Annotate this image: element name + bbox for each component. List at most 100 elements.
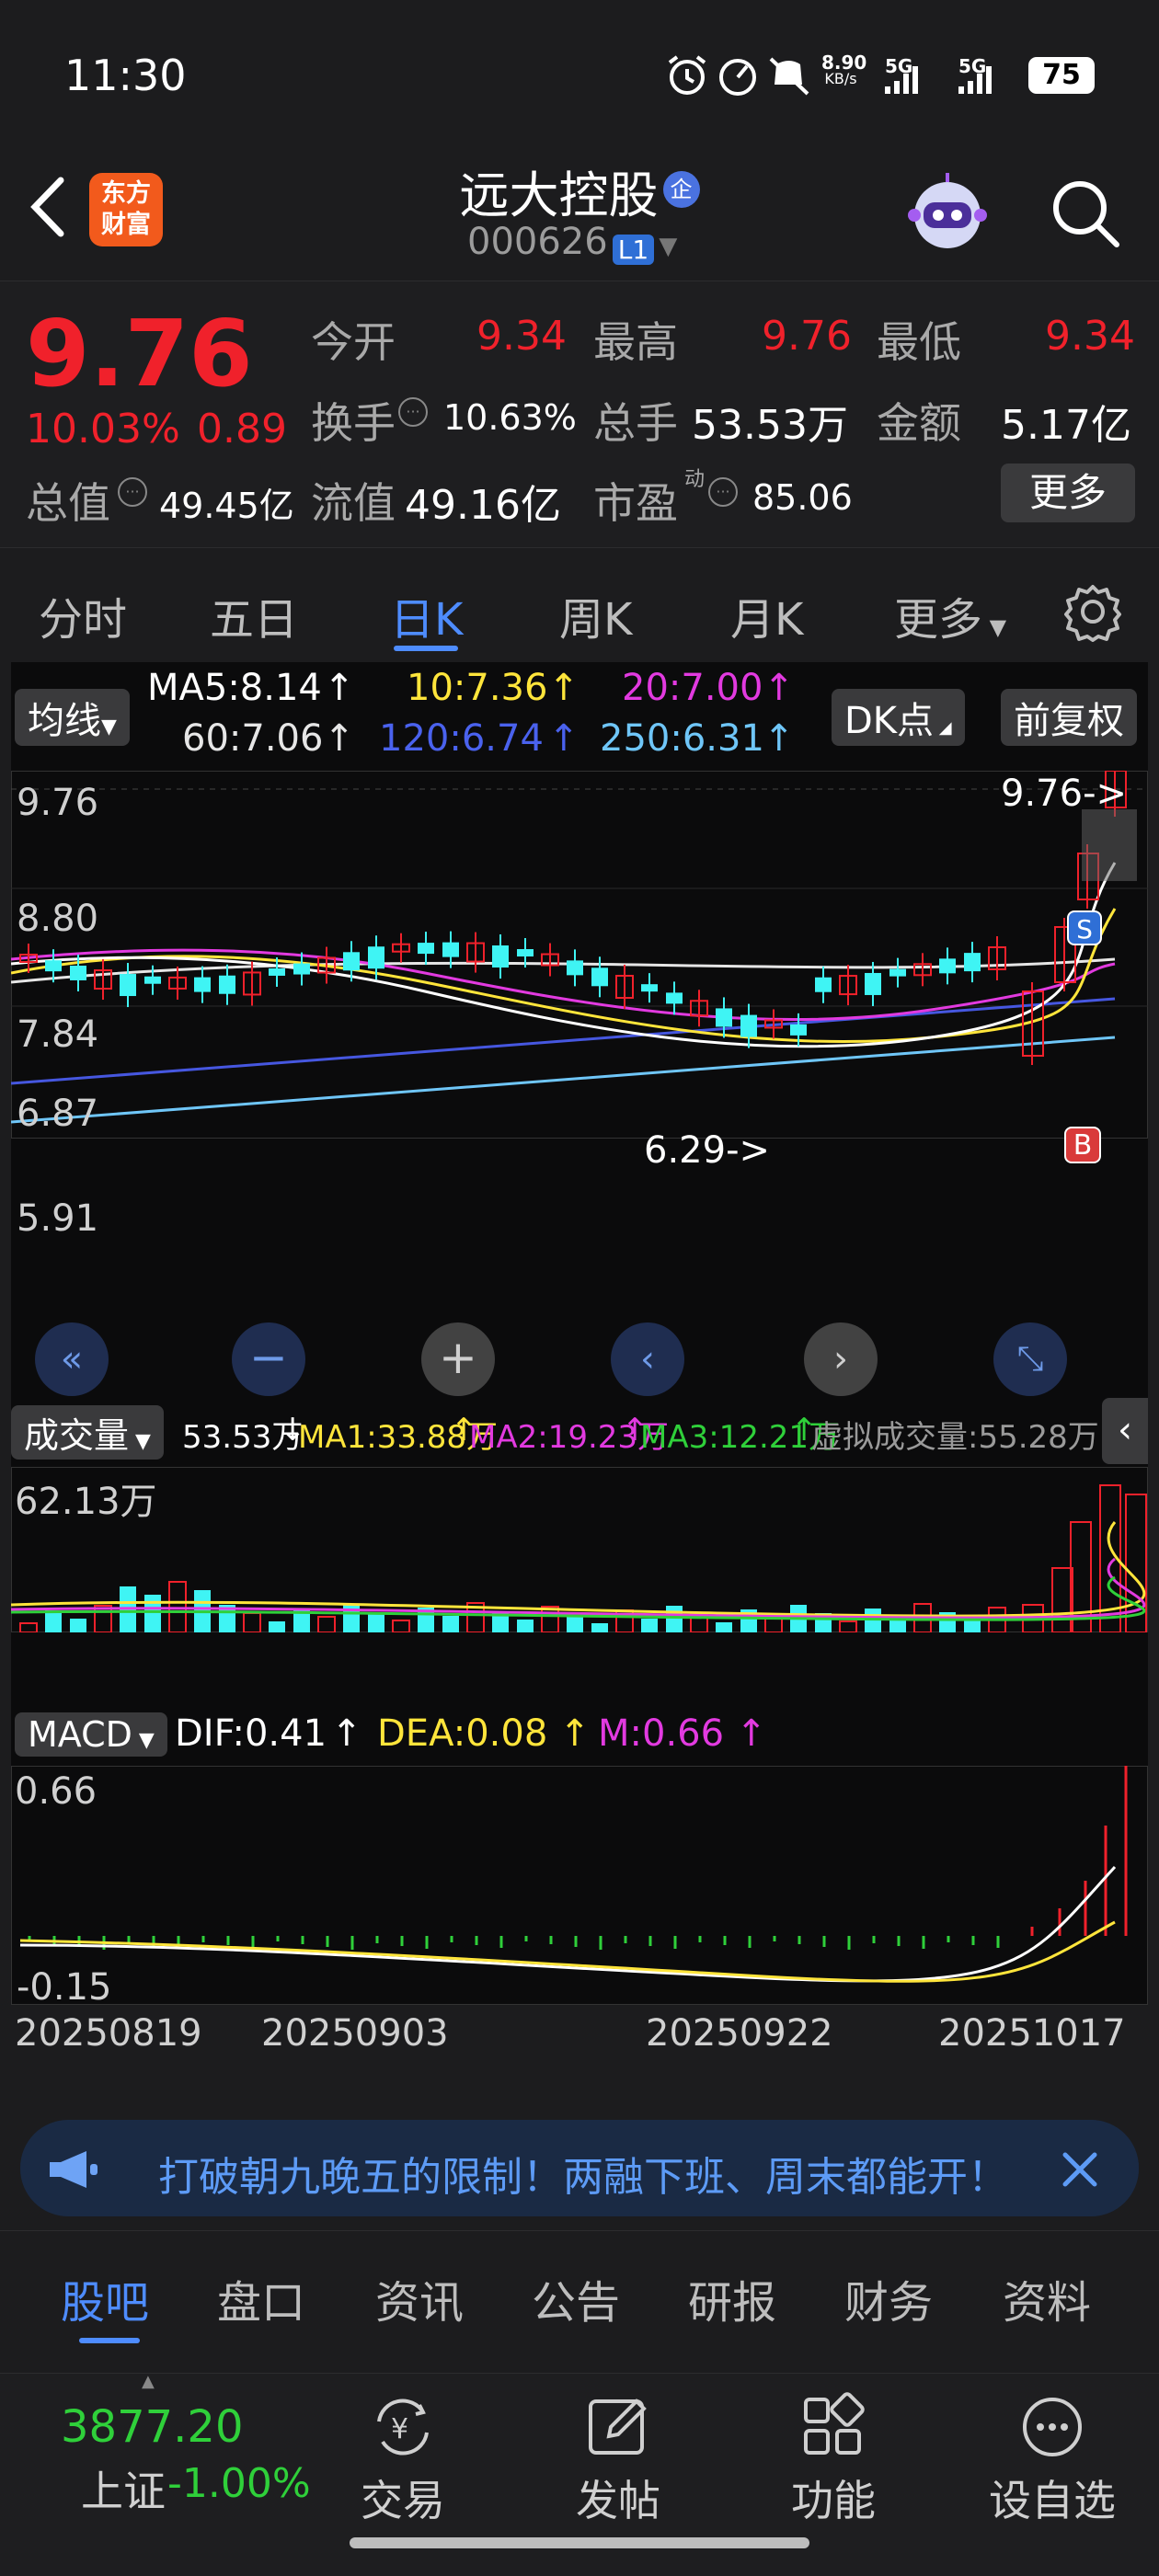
tab-weekly-k[interactable]: 周K: [559, 583, 632, 647]
tab-more[interactable]: 更多 ▼: [894, 583, 1006, 647]
candle-down: [219, 975, 235, 994]
up-arrow-icon: ↑: [736, 1712, 767, 1755]
tab-research[interactable]: 研报: [688, 2266, 776, 2330]
tab-financials[interactable]: 财务: [844, 2266, 933, 2330]
candle-down: [591, 967, 608, 987]
nav-trade[interactable]: ¥ 交易: [320, 2374, 486, 2528]
buy-marker[interactable]: B: [1064, 1127, 1101, 1163]
volume-bar-down: [641, 1619, 658, 1632]
stock-code-row[interactable]: 000626 L1 ▼: [467, 221, 706, 265]
nav-add-watchlist[interactable]: 设自选: [970, 2374, 1135, 2528]
candle-down: [144, 976, 161, 984]
change-amount: 0.89: [197, 406, 287, 452]
zoom-in-icon[interactable]: +: [421, 1322, 495, 1396]
macd-bottom-label: -0.15: [17, 1966, 112, 2009]
index-value: 3877.20: [61, 2401, 244, 2453]
open-label: 今开: [311, 317, 396, 367]
chevron-down-icon: ▼: [659, 233, 678, 260]
info-icon[interactable]: ···: [708, 477, 738, 507]
highlight-box: [1082, 809, 1137, 881]
banner-text[interactable]: 打破朝九晚五的限制！两融下班、周末都能开！: [158, 2144, 1008, 2203]
step-right-icon[interactable]: ›: [804, 1322, 878, 1396]
grid-apps-icon: [804, 2392, 865, 2455]
caret-down-icon: ▼: [129, 1430, 151, 1453]
info-icon[interactable]: ···: [118, 477, 147, 507]
change-percent: 10.03%: [26, 406, 180, 452]
macd-selector[interactable]: MACD ▼: [15, 1712, 167, 1757]
candle-down: [641, 984, 658, 992]
pe-label: 市盈: [593, 478, 678, 528]
level-badge: L1: [612, 235, 655, 265]
index-ticker[interactable]: ▲ 3877.20 上证 -1.00%: [18, 2372, 313, 2558]
nav-post[interactable]: 发帖: [535, 2374, 701, 2528]
zoom-out-icon[interactable]: −: [232, 1322, 305, 1396]
volume-bar-up: [243, 1612, 261, 1632]
volume-bar-down: [343, 1604, 360, 1632]
up-arrow-icon: ↑: [548, 667, 580, 709]
active-tab-indicator: [79, 2338, 140, 2343]
volume-selector[interactable]: 成交量 ▼: [11, 1405, 164, 1460]
info-icon[interactable]: ···: [398, 397, 428, 427]
candle-down: [45, 960, 62, 972]
amount-label: 金额: [877, 398, 961, 448]
macd-m: M:0.66: [598, 1712, 725, 1755]
low-value: 9.34: [1045, 313, 1135, 360]
up-arrow-icon: ↑: [324, 667, 355, 709]
tab-guba[interactable]: 股吧: [61, 2266, 149, 2330]
status-bar: 11:30 8.90 KB/s 5G 5G 75: [0, 0, 1159, 147]
volume-bar-down: [716, 1622, 732, 1632]
tab-profile[interactable]: 资料: [1003, 2266, 1091, 2330]
yen-exchange-icon: ¥: [377, 2399, 429, 2456]
brand-logo[interactable]: 东方 财富: [89, 173, 163, 246]
kline-chart-area: 均线▼ MA5:8.14 ↑ 10:7.36 ↑ 20:7.00 ↑ 60:7.…: [11, 662, 1148, 2101]
ma250-line: [11, 1036, 1116, 1124]
candle-down: [865, 972, 881, 995]
sell-marker[interactable]: S: [1067, 910, 1102, 945]
tab-five-day[interactable]: 五日: [210, 583, 298, 647]
candle-down: [368, 946, 384, 969]
virtual-volume: 虚拟成交量:55.28万: [811, 1419, 1099, 1456]
tab-order-book[interactable]: 盘口: [217, 2266, 305, 2330]
tab-daily-k[interactable]: 日K: [390, 583, 463, 647]
nav-functions[interactable]: 功能: [751, 2374, 916, 2528]
tab-news[interactable]: 资讯: [375, 2266, 464, 2330]
collapse-panel-icon[interactable]: ‹: [1102, 1398, 1148, 1464]
high-label: 最高: [593, 317, 678, 367]
gear-icon[interactable]: [1062, 581, 1123, 642]
volume-chart: [11, 1467, 1148, 1632]
more-button[interactable]: 更多: [1001, 464, 1135, 522]
network-type-1: 5G: [885, 55, 913, 77]
ma-selector[interactable]: 均线▼: [15, 689, 130, 746]
candle-down: [716, 1008, 732, 1027]
volume-bar-down: [144, 1595, 161, 1632]
dk-point-button[interactable]: DK点 ◢: [832, 689, 965, 746]
x-date-2: 20250903: [261, 2012, 449, 2055]
candlestick-chart[interactable]: 9.76 8.80 7.84 6.87: [11, 771, 1148, 1139]
y-label-4: 6.87: [17, 1093, 98, 1135]
float-cap-value: 49.16亿: [405, 482, 561, 529]
macd-dea: DEA:0.08: [377, 1712, 548, 1755]
tab-announcements[interactable]: 公告: [532, 2266, 620, 2330]
step-left-icon[interactable]: ‹: [611, 1322, 684, 1396]
tab-intraday[interactable]: 分时: [39, 583, 127, 647]
fullscreen-icon[interactable]: ⤡: [993, 1322, 1067, 1396]
search-icon[interactable]: [1049, 177, 1122, 250]
robot-assistant-icon[interactable]: [901, 169, 993, 261]
net-speed: 8.90 KB/s: [821, 52, 867, 87]
more-dots-icon: [1023, 2398, 1082, 2456]
candle-down: [815, 977, 832, 992]
candle-down: [517, 949, 534, 957]
svg-text:¥: ¥: [391, 2413, 408, 2445]
promo-banner[interactable]: 打破朝九晚五的限制！两融下班、周末都能开！: [20, 2120, 1139, 2216]
float-cap-label: 流值: [311, 478, 396, 528]
y-label-bottom: 5.91: [17, 1197, 99, 1240]
macd-top-label: 0.66: [15, 1770, 98, 1813]
volume-max-label: 62.13万: [15, 1481, 157, 1523]
back-arrow-icon[interactable]: [26, 175, 66, 239]
adjust-button[interactable]: 前复权: [1001, 689, 1137, 746]
stock-header: 东方 财富 远大控股 企 000626 L1 ▼: [0, 147, 1159, 280]
turnover-value: 10.63%: [443, 397, 577, 438]
tab-monthly-k[interactable]: 月K: [730, 583, 803, 647]
scroll-left-icon[interactable]: «: [35, 1322, 109, 1396]
close-icon[interactable]: [1060, 2149, 1100, 2190]
